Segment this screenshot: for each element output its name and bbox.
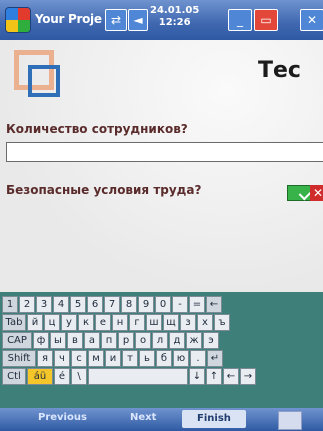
accent-key[interactable]: áü [27, 368, 53, 385]
key[interactable]: 5 [70, 296, 86, 313]
finish-button[interactable]: Finish [182, 410, 246, 428]
key[interactable]: й [27, 314, 43, 331]
keyboard-row-1: 1 2 3 4 5 6 7 8 9 0 - = ← [2, 296, 222, 313]
next-button[interactable]: Next [130, 412, 156, 423]
keyboard-row-5: Ctl áü é \ ↓ ↑ ← → [2, 368, 256, 385]
battery-icon[interactable]: ▭ [254, 9, 278, 31]
key[interactable]: ж [186, 332, 202, 349]
key[interactable]: ъ [214, 314, 230, 331]
shift-key[interactable]: Shift [2, 350, 36, 367]
left-arrow-key[interactable]: ← [223, 368, 239, 385]
employees-input[interactable] [6, 142, 323, 162]
key[interactable]: ф [33, 332, 49, 349]
key[interactable]: \ [71, 368, 87, 385]
clear-icon[interactable]: ✕ [310, 185, 323, 201]
key[interactable]: 3 [36, 296, 52, 313]
key[interactable]: é [54, 368, 70, 385]
key[interactable]: 6 [87, 296, 103, 313]
safety-checkbox[interactable] [287, 185, 312, 201]
key[interactable]: 0 [155, 296, 171, 313]
question-safety-label: Безопасные условия труда? [6, 183, 202, 197]
key[interactable]: е [95, 314, 111, 331]
down-arrow-key[interactable]: ↓ [189, 368, 205, 385]
key[interactable]: т [122, 350, 138, 367]
key[interactable]: г [129, 314, 145, 331]
key[interactable]: . [190, 350, 206, 367]
tab-key[interactable]: Tab [2, 314, 26, 331]
key[interactable]: ц [44, 314, 60, 331]
key[interactable]: 7 [104, 296, 120, 313]
volume-icon[interactable]: ◄ [128, 9, 148, 31]
key[interactable]: ь [139, 350, 155, 367]
time-label: 12:26 [158, 17, 191, 28]
key[interactable]: б [156, 350, 172, 367]
key[interactable]: у [61, 314, 77, 331]
key[interactable]: 1 [2, 296, 18, 313]
backspace-key[interactable]: ← [206, 296, 222, 313]
key[interactable]: м [88, 350, 104, 367]
key[interactable]: 9 [138, 296, 154, 313]
keyboard-row-4: Shift я ч с м и т ь б ю . ↵ [2, 350, 223, 367]
app-title: Your Proje [35, 12, 102, 26]
keyboard-row-2: Tab й ц у к е н г ш щ з х ъ [2, 314, 230, 331]
connectivity-icon[interactable]: ⇄ [105, 9, 127, 31]
key[interactable]: с [71, 350, 87, 367]
key[interactable]: п [101, 332, 117, 349]
key[interactable]: - [172, 296, 188, 313]
question-employees-label: Количество сотрудников? [6, 122, 188, 136]
soft-keyboard: 1 2 3 4 5 6 7 8 9 0 - = ← Tab й ц у к е … [0, 292, 323, 408]
caps-key[interactable]: CAP [2, 332, 32, 349]
menu-bar: Previous Next Finish [0, 408, 323, 431]
key[interactable]: и [105, 350, 121, 367]
key[interactable]: к [78, 314, 94, 331]
key[interactable]: х [197, 314, 213, 331]
space-key[interactable] [88, 368, 188, 385]
key[interactable]: ы [50, 332, 66, 349]
key[interactable]: э [203, 332, 219, 349]
key[interactable]: = [189, 296, 205, 313]
key[interactable]: н [112, 314, 128, 331]
date-label: 24.01.05 [150, 5, 200, 16]
key[interactable]: щ [163, 314, 179, 331]
key[interactable]: я [37, 350, 53, 367]
key[interactable]: ш [146, 314, 162, 331]
previous-button[interactable]: Previous [38, 412, 87, 423]
logo-square-blue [28, 65, 60, 97]
key[interactable]: 2 [19, 296, 35, 313]
key[interactable]: в [67, 332, 83, 349]
close-icon[interactable]: ✕ [300, 9, 323, 31]
keyboard-row-3: CAP ф ы в а п р о л д ж э [2, 332, 219, 349]
key[interactable]: 4 [53, 296, 69, 313]
key[interactable]: ю [173, 350, 189, 367]
right-arrow-key[interactable]: → [240, 368, 256, 385]
key[interactable]: р [118, 332, 134, 349]
enter-key[interactable]: ↵ [207, 350, 223, 367]
ctrl-key[interactable]: Ctl [2, 368, 26, 385]
clock[interactable]: 24.01.05 12:26 [150, 5, 199, 29]
key[interactable]: о [135, 332, 151, 349]
keyboard-toggle-icon[interactable] [278, 411, 302, 430]
start-menu-icon[interactable] [6, 8, 30, 32]
key[interactable]: д [169, 332, 185, 349]
key[interactable]: ч [54, 350, 70, 367]
minimize-icon[interactable]: _ [228, 9, 252, 31]
up-arrow-key[interactable]: ↑ [206, 368, 222, 385]
title-bar: Your Proje ⇄ ◄ 24.01.05 12:26 _ ▭ ✕ [0, 0, 323, 40]
key[interactable]: л [152, 332, 168, 349]
key[interactable]: з [180, 314, 196, 331]
key[interactable]: а [84, 332, 100, 349]
key[interactable]: 8 [121, 296, 137, 313]
page-heading: Тес [258, 58, 301, 83]
